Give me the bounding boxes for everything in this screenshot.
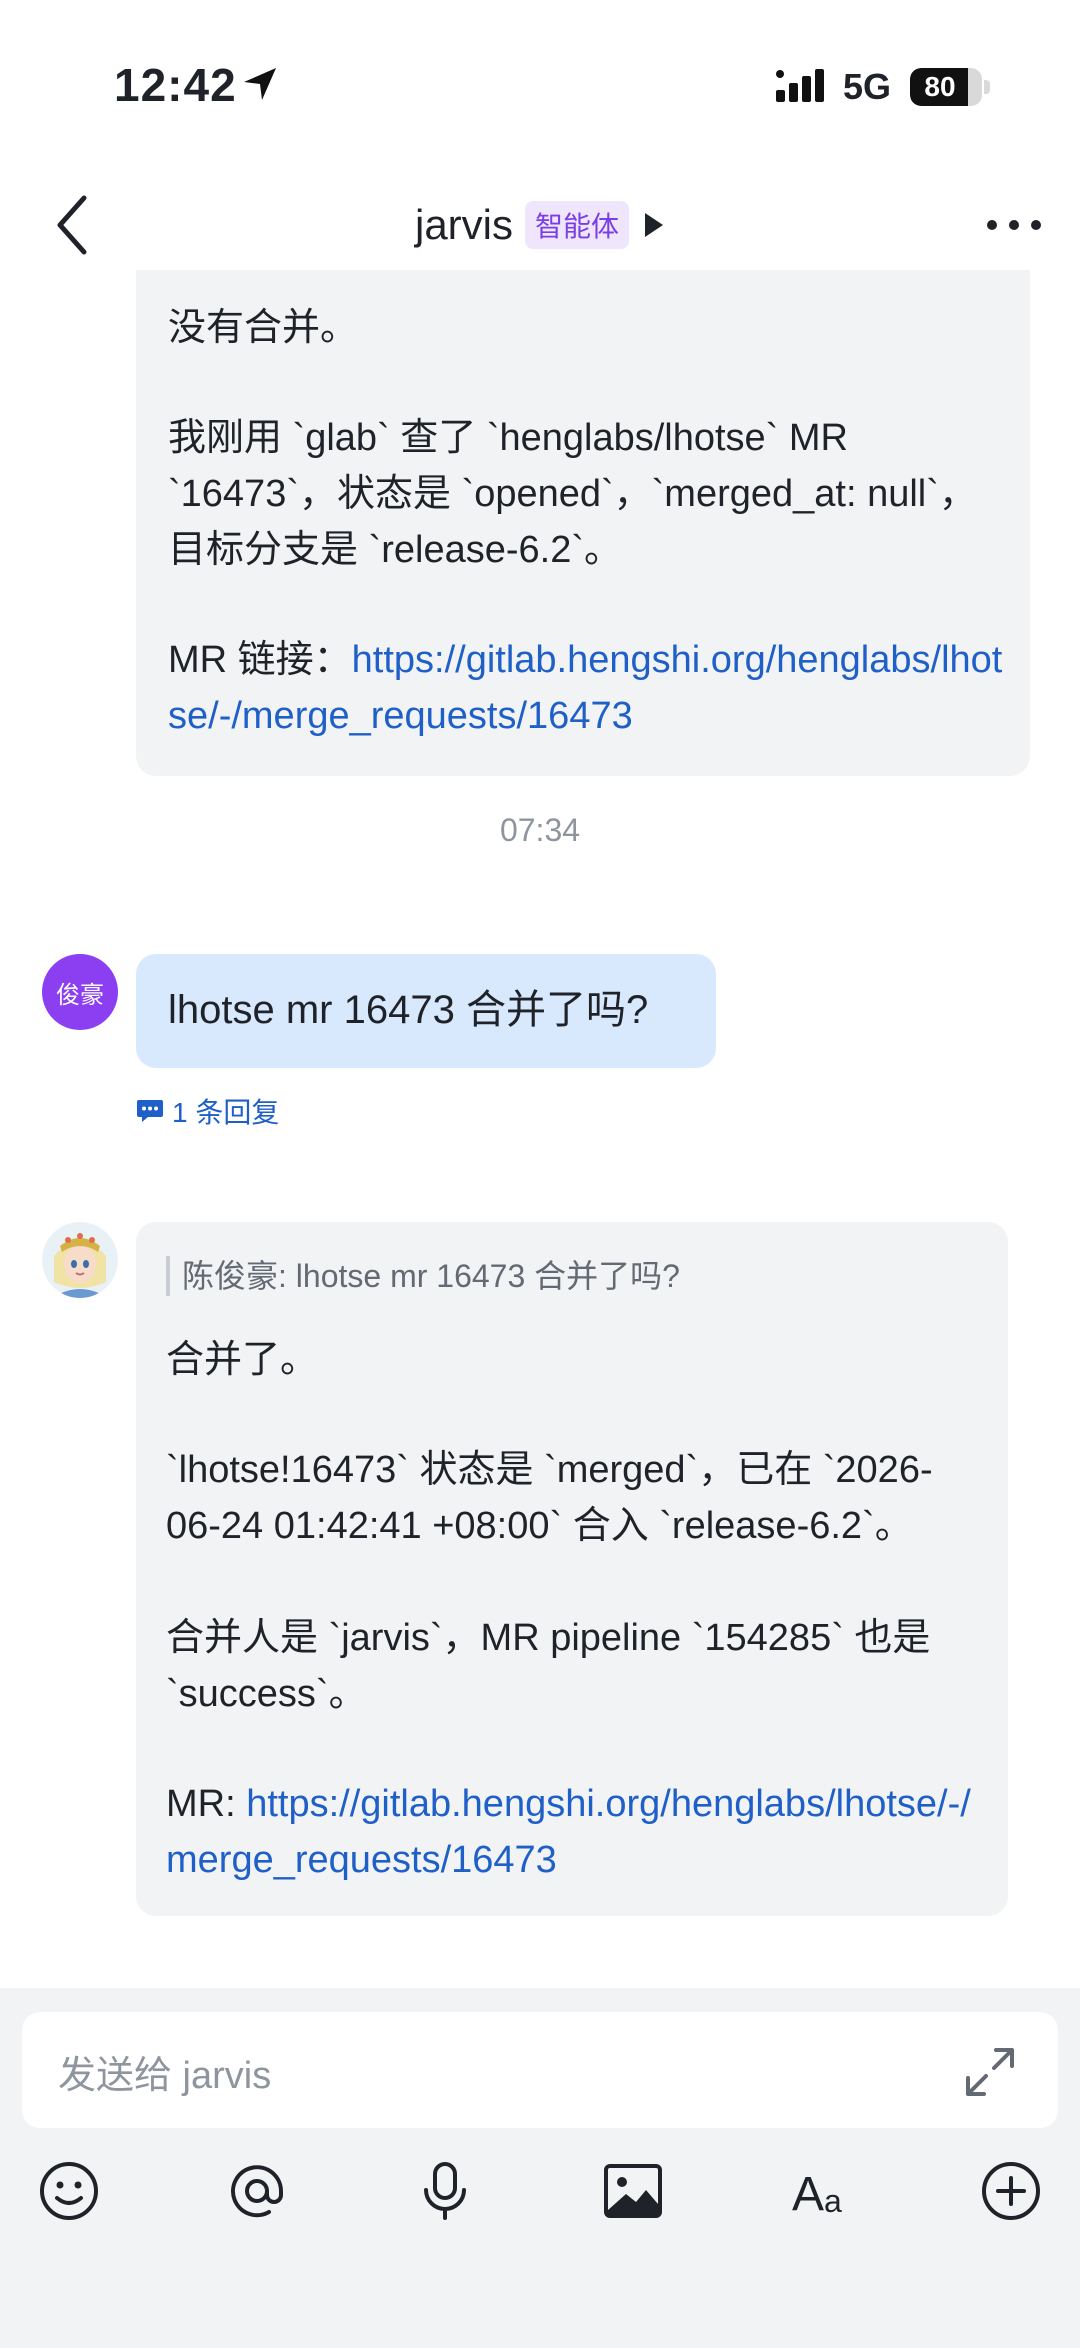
play-triangle-icon — [645, 213, 664, 237]
chat-title: jarvis — [414, 201, 513, 248]
link-label: MR 链接： — [168, 639, 352, 681]
chat-title-group[interactable]: jarvis 智能体 — [0, 192, 1080, 258]
reply-count: 1 条回复 — [172, 1097, 280, 1128]
message-paragraph: 我刚用 `glab` 查了 `henglabs/lhotse` MR `1647… — [168, 417, 977, 571]
battery-icon: 80 — [910, 68, 982, 106]
microphone-icon[interactable] — [412, 2158, 478, 2224]
reply-bubble-icon — [137, 1100, 163, 1122]
battery-level: 80 — [924, 71, 956, 102]
at-icon[interactable] — [224, 2158, 290, 2224]
bot-avatar[interactable] — [42, 1222, 118, 1298]
thread-reply-link[interactable]: 1 条回复 — [136, 1094, 279, 1128]
chat-header: jarvis 智能体 — [0, 170, 1080, 280]
message-link-paragraph: MR 链接：https://gitlab.hengshi.org/henglab… — [168, 632, 1008, 744]
user-message-text: lhotse mr 16473 合并了吗? — [168, 988, 649, 1032]
svg-text:A: A — [792, 2168, 824, 2221]
message-paragraph: `lhotse!16473` 状态是 `merged`，已在 `2026-06-… — [166, 1449, 933, 1547]
bot-avatar-image — [42, 1222, 118, 1298]
location-arrow-icon — [244, 68, 276, 100]
network-type: 5G — [843, 66, 892, 107]
user-message-bubble[interactable]: lhotse mr 16473 合并了吗? — [136, 954, 716, 1068]
bot-message-bubble[interactable]: 没有合并。 我刚用 `glab` 查了 `henglabs/lhotse` MR… — [136, 270, 1030, 776]
expand-icon[interactable] — [962, 2044, 1018, 2100]
agent-badge: 智能体 — [525, 201, 630, 249]
battery-cap — [984, 80, 990, 94]
image-icon[interactable] — [600, 2158, 666, 2224]
svg-text:a: a — [824, 2183, 842, 2219]
more-dots-icon[interactable] — [984, 210, 1044, 240]
input-placeholder: 发送给 jarvis — [58, 2055, 272, 2097]
plus-icon[interactable] — [978, 2158, 1044, 2224]
signal-icon — [776, 69, 824, 102]
avatar[interactable]: 俊豪 — [42, 954, 118, 1030]
message-input[interactable]: 发送给 jarvis — [22, 2012, 1058, 2128]
timestamp: 07:34 — [499, 812, 581, 848]
message-link-paragraph: MR: https://gitlab.hengshi.org/henglabs/… — [166, 1776, 986, 1888]
message-paragraph: 合并了。 — [166, 1339, 319, 1381]
quoted-message[interactable]: 陈俊豪: lhotse mr 16473 合并了吗? — [166, 1256, 680, 1296]
message-paragraph: 合并人是 `jarvis`，MR pipeline `154285` 也是 `s… — [166, 1617, 941, 1715]
mr-link[interactable]: https://gitlab.hengshi.org/henglabs/lhot… — [166, 1783, 971, 1881]
emoji-icon[interactable] — [36, 2158, 102, 2224]
status-time: 12:42 — [114, 59, 237, 111]
link-label: MR: — [166, 1783, 247, 1825]
text-format-icon[interactable]: A a — [790, 2158, 860, 2224]
message-paragraph: 没有合并。 — [168, 307, 359, 349]
status-bar: 12:42 5G 80 — [0, 0, 1080, 130]
